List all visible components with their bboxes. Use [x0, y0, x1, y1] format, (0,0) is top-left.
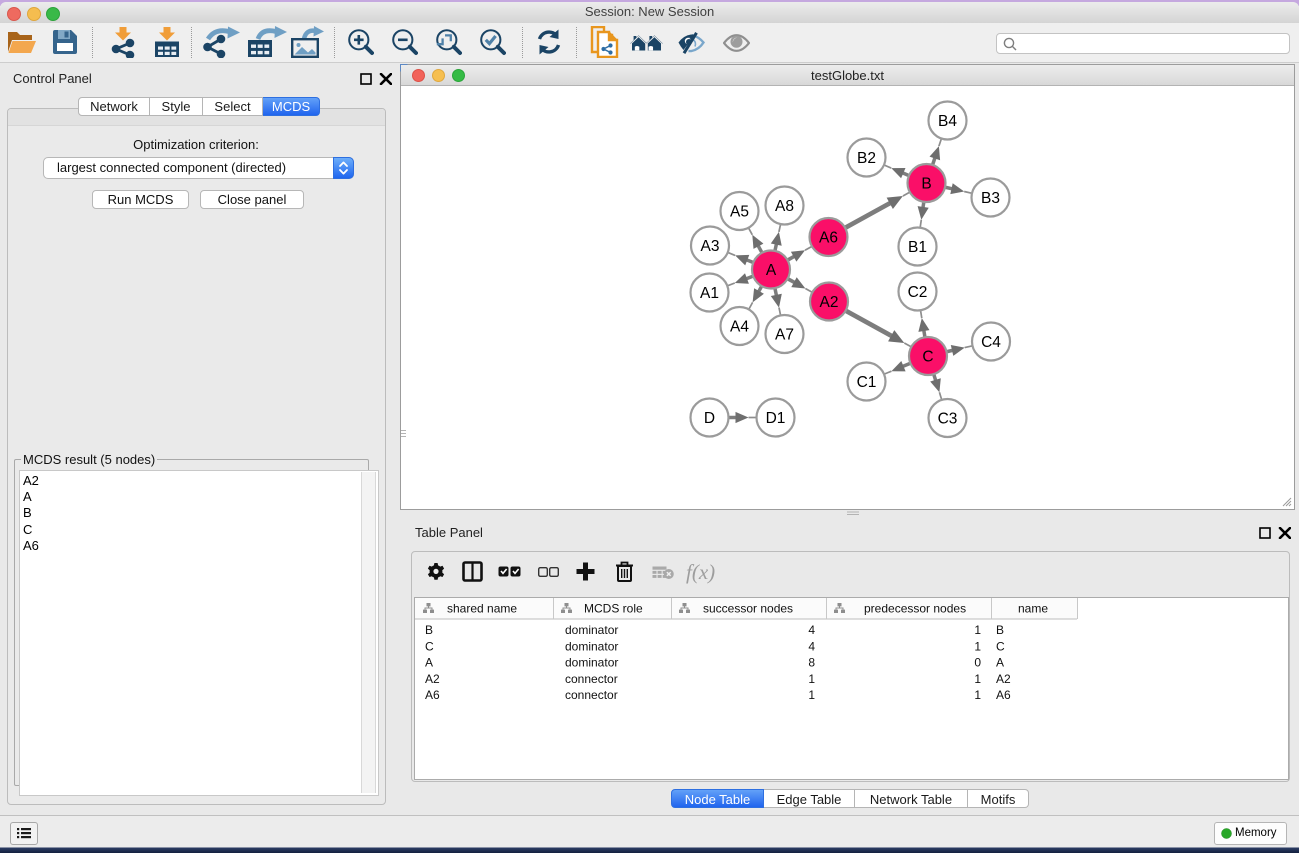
svg-text:C: C: [996, 639, 1005, 653]
svg-text:A: A: [766, 262, 777, 279]
svg-text:C: C: [922, 349, 933, 366]
svg-text:B: B: [921, 176, 931, 193]
svg-text:C1: C1: [857, 374, 877, 391]
svg-text:A2: A2: [425, 672, 440, 686]
svg-text:successor nodes: successor nodes: [703, 602, 793, 616]
svg-text:D1: D1: [766, 410, 786, 427]
svg-text:A2: A2: [820, 294, 839, 311]
svg-text:shared name: shared name: [447, 602, 517, 616]
svg-text:A: A: [996, 656, 1004, 670]
svg-text:A2: A2: [996, 672, 1011, 686]
svg-text:B: B: [996, 623, 1004, 637]
svg-text:A6: A6: [425, 688, 440, 702]
svg-text:4: 4: [808, 639, 815, 653]
svg-text:MCDS role: MCDS role: [584, 602, 643, 616]
svg-text:B3: B3: [981, 190, 1000, 207]
svg-text:1: 1: [974, 639, 981, 653]
svg-text:dominator: dominator: [565, 656, 618, 670]
svg-text:A: A: [425, 656, 433, 670]
svg-text:connector: connector: [565, 672, 618, 686]
svg-text:B1: B1: [908, 239, 927, 256]
svg-text:8: 8: [808, 656, 815, 670]
svg-text:C3: C3: [938, 411, 958, 428]
svg-text:predecessor nodes: predecessor nodes: [864, 602, 966, 616]
svg-text:A6: A6: [996, 688, 1011, 702]
svg-text:1: 1: [974, 623, 981, 637]
svg-text:C2: C2: [908, 284, 928, 301]
svg-text:A5: A5: [730, 204, 749, 221]
svg-text:A4: A4: [730, 319, 749, 336]
svg-text:1: 1: [974, 672, 981, 686]
svg-text:1: 1: [808, 688, 815, 702]
svg-text:A3: A3: [701, 238, 720, 255]
svg-text:D: D: [704, 410, 715, 427]
svg-text:B4: B4: [938, 113, 957, 130]
svg-text:1: 1: [808, 672, 815, 686]
svg-text:C: C: [425, 639, 434, 653]
svg-text:B2: B2: [857, 150, 876, 167]
svg-text:0: 0: [974, 656, 981, 670]
svg-text:dominator: dominator: [565, 639, 618, 653]
svg-text:A6: A6: [819, 230, 838, 247]
svg-text:name: name: [1018, 602, 1048, 616]
svg-text:A1: A1: [700, 285, 719, 302]
svg-text:dominator: dominator: [565, 623, 618, 637]
svg-text:C4: C4: [981, 334, 1001, 351]
svg-text:A7: A7: [775, 327, 794, 344]
svg-text:B: B: [425, 623, 433, 637]
svg-text:connector: connector: [565, 688, 618, 702]
svg-text:A8: A8: [775, 198, 794, 215]
svg-text:4: 4: [808, 623, 815, 637]
svg-text:1: 1: [974, 688, 981, 702]
